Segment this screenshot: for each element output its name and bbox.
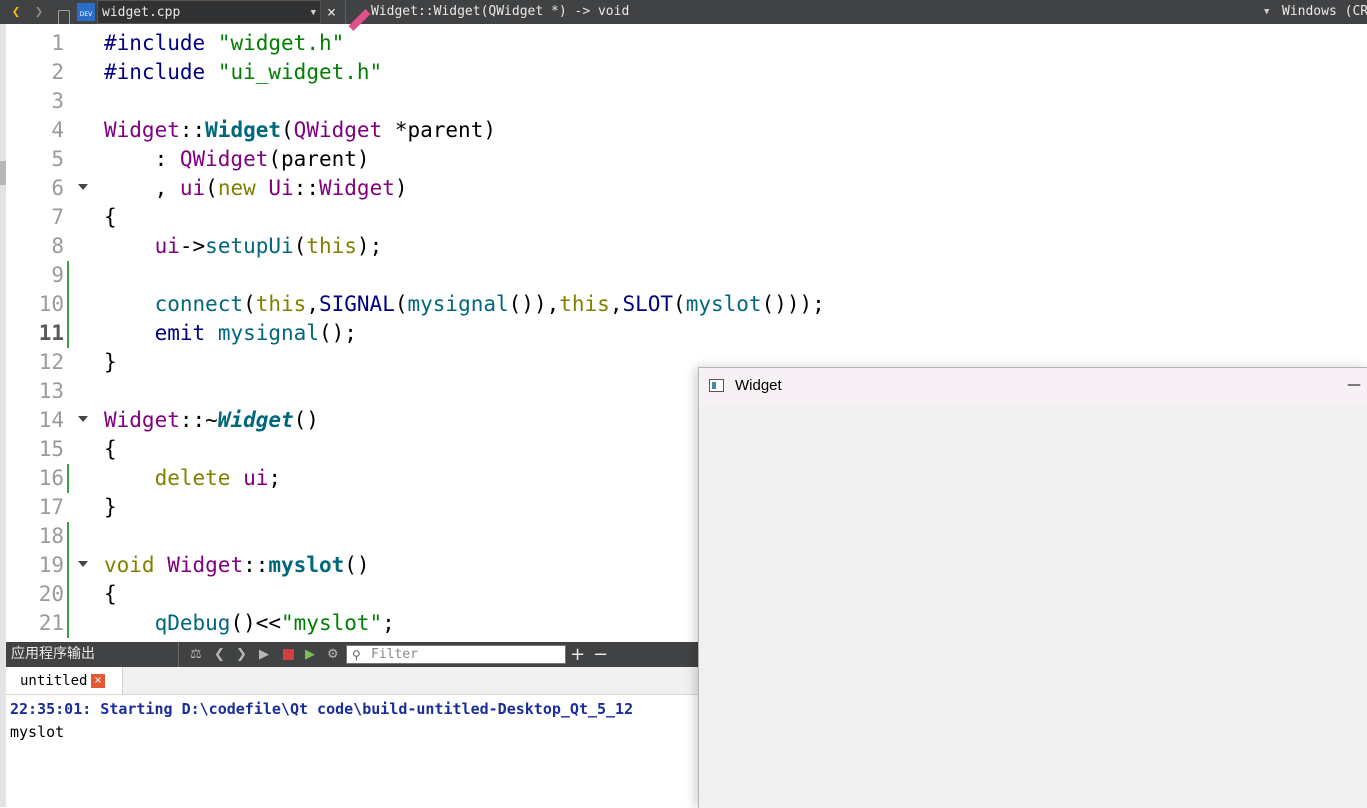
forward-icon[interactable]: ❯	[32, 0, 46, 24]
output-line-start: 22:35:01: Starting D:\codefile\Qt code\b…	[10, 700, 634, 718]
window-title: Widget	[735, 377, 782, 394]
line-number: 18	[38, 524, 64, 548]
code-line[interactable]: 9	[6, 261, 1367, 290]
line-number: 15	[38, 437, 64, 461]
line-number: 5	[51, 147, 64, 171]
symbol-dropdown-icon[interactable]: ▼	[1264, 0, 1269, 24]
output-title: 应用程序输出	[11, 646, 95, 662]
file-selector[interactable]: widget.cpp ▼	[97, 0, 321, 24]
code-text: delete ui;	[154, 466, 282, 490]
window-titlebar[interactable]: Widget —	[699, 368, 1367, 406]
divider	[345, 0, 346, 24]
search-icon: ⚲	[352, 648, 361, 662]
stop-icon[interactable]	[283, 649, 294, 660]
change-marker	[67, 609, 69, 638]
output-tab-bar: untitled ×	[6, 667, 698, 695]
change-marker	[67, 290, 69, 319]
editor-toolbar: ❮ ❯ DEVC++ widget.cpp ▼ × Widget::Widget…	[0, 0, 1367, 42]
tab-label: untitled	[20, 673, 88, 689]
line-number: 4	[51, 118, 64, 142]
close-document-button[interactable]: ×	[327, 0, 336, 24]
code-text: , ui(new Ui::Widget)	[104, 176, 408, 200]
code-text: ui->setupUi(this);	[154, 234, 383, 258]
code-line[interactable]: 8 ui->setupUi(this);	[6, 232, 1367, 261]
fold-arrow-icon[interactable]	[78, 561, 88, 567]
code-line[interactable]: 7{	[6, 203, 1367, 232]
change-marker	[67, 261, 69, 290]
close-icon[interactable]: ×	[91, 674, 105, 688]
widget-window[interactable]: Widget —	[698, 367, 1367, 808]
line-number: 9	[51, 263, 64, 287]
remove-button[interactable]: −	[593, 642, 608, 667]
tab-untitled[interactable]: untitled ×	[6, 667, 123, 694]
back-icon[interactable]: ❮	[9, 0, 23, 24]
line-number: 14	[38, 408, 64, 432]
code-line[interactable]: 10 connect(this,SIGNAL(mysignal()),this,…	[6, 290, 1367, 319]
code-line[interactable]: 4 Widget::Widget(QWidget *parent)	[6, 116, 1367, 145]
code-text: qDebug()<<"myslot";	[154, 611, 395, 635]
fold-arrow-icon[interactable]	[78, 184, 88, 190]
code-text: {	[104, 205, 117, 229]
line-number: 19	[38, 553, 64, 577]
line-number: 20	[38, 582, 64, 606]
change-marker	[67, 319, 69, 348]
line-number: 16	[38, 466, 64, 490]
code-line[interactable]: 11 emit mysignal();	[6, 319, 1367, 348]
change-marker	[67, 551, 69, 580]
change-marker	[67, 522, 69, 551]
code-text: emit mysignal();	[154, 321, 357, 345]
divider	[178, 642, 179, 667]
next-icon[interactable]: ❯	[236, 642, 247, 667]
line-number: 2	[51, 60, 64, 84]
line-number: 10	[38, 292, 64, 316]
code-text: }	[104, 350, 117, 374]
code-line[interactable]: 2 #include "ui_widget.h"	[6, 58, 1367, 87]
fold-arrow-icon[interactable]	[78, 416, 88, 422]
line-number: 7	[51, 205, 64, 229]
application-output[interactable]: 22:35:01: Starting D:\codefile\Qt code\b…	[6, 695, 698, 807]
code-line[interactable]: 1 #include "widget.h"	[6, 29, 1367, 58]
code-text: connect(this,SIGNAL(mysignal()),this,SLO…	[154, 292, 825, 316]
code-text: void Widget::myslot()	[104, 553, 370, 577]
settings-icon[interactable]: ⚙	[327, 642, 339, 667]
previous-icon[interactable]: ❮	[214, 642, 225, 667]
minimize-button[interactable]: —	[1345, 375, 1363, 395]
output-line-message: myslot	[10, 723, 65, 741]
line-number: 17	[38, 495, 64, 519]
filter-input[interactable]: ⚲ Filter	[346, 645, 566, 664]
code-line[interactable]: 3	[6, 87, 1367, 116]
attach-debugger-icon[interactable]: ▶	[305, 642, 315, 667]
line-number: 8	[51, 234, 64, 258]
code-line[interactable]: 5 : QWidget(parent)	[6, 145, 1367, 174]
output-toolbar: 应用程序输出 ⚖ ❮ ❯ ▶ ▶ ⚙ ⚲ Filter + −	[6, 642, 698, 667]
code-text: #include "widget.h"	[104, 31, 345, 55]
change-marker	[67, 580, 69, 609]
line-number: 3	[51, 89, 64, 113]
line-ending-selector[interactable]: Windows (CR	[1282, 0, 1367, 24]
filter-placeholder: Filter	[371, 647, 418, 662]
line-number: 1	[51, 31, 64, 55]
code-text: : QWidget(parent)	[104, 147, 370, 171]
symbol-selector[interactable]: Widget::Widget(QWidget *) -> void	[371, 0, 629, 24]
code-text: #include "ui_widget.h"	[104, 60, 383, 84]
line-number: 11	[38, 321, 64, 345]
file-name: widget.cpp	[102, 5, 181, 20]
change-marker	[67, 464, 69, 493]
line-number: 6	[51, 176, 64, 200]
code-text: Widget::~Widget()	[104, 408, 319, 432]
code-text: Widget::Widget(QWidget *parent)	[104, 118, 496, 142]
app-window-icon	[709, 379, 724, 392]
clean-icon[interactable]: ⚖	[190, 642, 202, 667]
run-icon[interactable]: ▶	[259, 642, 269, 667]
line-number: 13	[38, 379, 64, 403]
line-number: 21	[38, 611, 64, 635]
line-number: 12	[38, 350, 64, 374]
file-type-icon: DEVC++	[77, 3, 95, 42]
code-text: }	[104, 495, 117, 519]
code-text: {	[104, 437, 117, 461]
chevron-down-icon: ▼	[310, 8, 316, 18]
add-button[interactable]: +	[570, 642, 585, 667]
code-text: {	[104, 582, 117, 606]
code-line[interactable]: 6 , ui(new Ui::Widget)	[6, 174, 1367, 203]
